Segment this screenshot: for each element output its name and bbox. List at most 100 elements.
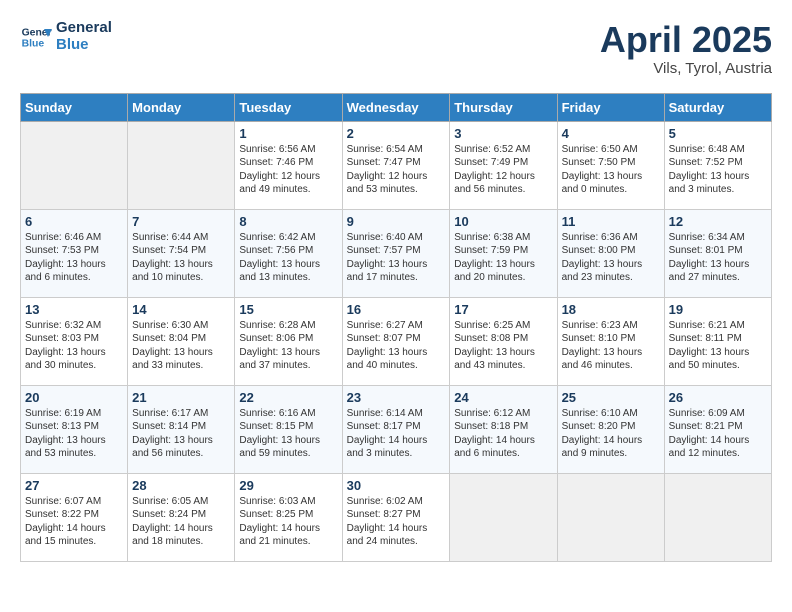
cell-w5-d5	[450, 473, 557, 561]
header-wednesday: Wednesday	[342, 93, 450, 121]
day-info: Sunrise: 6:02 AM Sunset: 8:27 PM Dayligh…	[347, 495, 446, 549]
day-number: 1	[239, 126, 337, 141]
day-info: Sunrise: 6:14 AM Sunset: 8:17 PM Dayligh…	[347, 407, 446, 461]
day-number: 12	[669, 214, 767, 229]
day-number: 8	[239, 214, 337, 229]
day-info: Sunrise: 6:36 AM Sunset: 8:00 PM Dayligh…	[562, 231, 660, 285]
cell-w4-d7: 26 Sunrise: 6:09 AM Sunset: 8:21 PM Dayli…	[664, 385, 771, 473]
day-number: 27	[25, 478, 123, 493]
cell-w5-d3: 29Sunrise: 6:03 AM Sunset: 8:25 PM Dayli…	[235, 473, 342, 561]
day-number: 26	[669, 390, 767, 405]
day-number: 9	[347, 214, 446, 229]
day-number: 19	[669, 302, 767, 317]
page-header: General Blue General Blue April 2025 Vil…	[20, 20, 772, 77]
day-info: Sunrise: 6:09 AM Sunset: 8:21 PM Dayligh…	[669, 407, 767, 461]
day-info: Sunrise: 6:27 AM Sunset: 8:07 PM Dayligh…	[347, 319, 446, 373]
day-info: Sunrise: 6:12 AM Sunset: 8:18 PM Dayligh…	[454, 407, 552, 461]
location-subtitle: Vils, Tyrol, Austria	[600, 60, 772, 77]
cell-w3-d1: 13Sunrise: 6:32 AM Sunset: 8:03 PM Dayli…	[21, 297, 128, 385]
day-number: 21	[132, 390, 230, 405]
cell-w4-d3: 22Sunrise: 6:16 AM Sunset: 8:15 PM Dayli…	[235, 385, 342, 473]
cell-w3-d2: 14Sunrise: 6:30 AM Sunset: 8:04 PM Dayli…	[128, 297, 235, 385]
cell-w4-d4: 23 Sunrise: 6:14 AM Sunset: 8:17 PM Dayli…	[342, 385, 450, 473]
cell-w1-d2	[128, 121, 235, 209]
cell-w4-d5: 24Sunrise: 6:12 AM Sunset: 8:18 PM Dayli…	[450, 385, 557, 473]
day-number: 10	[454, 214, 552, 229]
logo-line1: General	[56, 20, 112, 37]
cell-w4-d1: 20Sunrise: 6:19 AM Sunset: 8:13 PM Dayli…	[21, 385, 128, 473]
day-info: Sunrise: 6:56 AM Sunset: 7:46 PM Dayligh…	[239, 143, 337, 197]
day-number: 20	[25, 390, 123, 405]
cell-w1-d7: 5 Sunrise: 6:48 AM Sunset: 7:52 PM Daylig…	[664, 121, 771, 209]
day-info: Sunrise: 6:10 AM Sunset: 8:20 PM Dayligh…	[562, 407, 660, 461]
day-number: 2	[347, 126, 446, 141]
cell-w4-d2: 21 Sunrise: 6:17 AM Sunset: 8:14 PM Dayli…	[128, 385, 235, 473]
cell-w4-d6: 25 Sunrise: 6:10 AM Sunset: 8:20 PM Dayli…	[557, 385, 664, 473]
day-info: Sunrise: 6:46 AM Sunset: 7:53 PM Dayligh…	[25, 231, 123, 285]
day-number: 7	[132, 214, 230, 229]
cell-w5-d7	[664, 473, 771, 561]
day-number: 11	[562, 214, 660, 229]
day-number: 25	[562, 390, 660, 405]
day-number: 16	[347, 302, 446, 317]
day-info: Sunrise: 6:34 AM Sunset: 8:01 PM Dayligh…	[669, 231, 767, 285]
day-number: 3	[454, 126, 552, 141]
cell-w1-d5: 3Sunrise: 6:52 AM Sunset: 7:49 PM Daylig…	[450, 121, 557, 209]
cell-w1-d6: 4 Sunrise: 6:50 AM Sunset: 7:50 PM Daylig…	[557, 121, 664, 209]
cell-w3-d3: 15 Sunrise: 6:28 AM Sunset: 8:06 PM Dayli…	[235, 297, 342, 385]
cell-w2-d7: 12 Sunrise: 6:34 AM Sunset: 8:01 PM Dayli…	[664, 209, 771, 297]
header-sunday: Sunday	[21, 93, 128, 121]
title-block: April 2025 Vils, Tyrol, Austria	[600, 20, 772, 77]
day-number: 30	[347, 478, 446, 493]
week-row-4: 20Sunrise: 6:19 AM Sunset: 8:13 PM Dayli…	[21, 385, 772, 473]
day-number: 23	[347, 390, 446, 405]
cell-w1-d1	[21, 121, 128, 209]
calendar-body: 1 Sunrise: 6:56 AM Sunset: 7:46 PM Daylig…	[21, 121, 772, 561]
cell-w3-d6: 18Sunrise: 6:23 AM Sunset: 8:10 PM Dayli…	[557, 297, 664, 385]
day-info: Sunrise: 6:23 AM Sunset: 8:10 PM Dayligh…	[562, 319, 660, 373]
cell-w3-d7: 19 Sunrise: 6:21 AM Sunset: 8:11 PM Dayli…	[664, 297, 771, 385]
month-title: April 2025	[600, 20, 772, 60]
header-row: Sunday Monday Tuesday Wednesday Thursday…	[21, 93, 772, 121]
cell-w2-d1: 6 Sunrise: 6:46 AM Sunset: 7:53 PM Daylig…	[21, 209, 128, 297]
cell-w1-d3: 1 Sunrise: 6:56 AM Sunset: 7:46 PM Daylig…	[235, 121, 342, 209]
logo-icon: General Blue	[20, 21, 52, 53]
day-info: Sunrise: 6:17 AM Sunset: 8:14 PM Dayligh…	[132, 407, 230, 461]
cell-w3-d4: 16 Sunrise: 6:27 AM Sunset: 8:07 PM Dayli…	[342, 297, 450, 385]
cell-w2-d4: 9 Sunrise: 6:40 AM Sunset: 7:57 PM Daylig…	[342, 209, 450, 297]
calendar-table: Sunday Monday Tuesday Wednesday Thursday…	[20, 93, 772, 562]
day-info: Sunrise: 6:16 AM Sunset: 8:15 PM Dayligh…	[239, 407, 337, 461]
day-info: Sunrise: 6:32 AM Sunset: 8:03 PM Dayligh…	[25, 319, 123, 373]
cell-w2-d6: 11 Sunrise: 6:36 AM Sunset: 8:00 PM Dayli…	[557, 209, 664, 297]
day-info: Sunrise: 6:21 AM Sunset: 8:11 PM Dayligh…	[669, 319, 767, 373]
day-number: 17	[454, 302, 552, 317]
day-info: Sunrise: 6:50 AM Sunset: 7:50 PM Dayligh…	[562, 143, 660, 197]
day-info: Sunrise: 6:44 AM Sunset: 7:54 PM Dayligh…	[132, 231, 230, 285]
day-number: 15	[239, 302, 337, 317]
week-row-3: 13Sunrise: 6:32 AM Sunset: 8:03 PM Dayli…	[21, 297, 772, 385]
day-info: Sunrise: 6:05 AM Sunset: 8:24 PM Dayligh…	[132, 495, 230, 549]
day-info: Sunrise: 6:54 AM Sunset: 7:47 PM Dayligh…	[347, 143, 446, 197]
day-number: 28	[132, 478, 230, 493]
header-thursday: Thursday	[450, 93, 557, 121]
svg-text:Blue: Blue	[22, 38, 45, 49]
logo: General Blue General Blue	[20, 20, 112, 53]
cell-w5-d1: 27Sunrise: 6:07 AM Sunset: 8:22 PM Dayli…	[21, 473, 128, 561]
header-tuesday: Tuesday	[235, 93, 342, 121]
header-saturday: Saturday	[664, 93, 771, 121]
day-info: Sunrise: 6:30 AM Sunset: 8:04 PM Dayligh…	[132, 319, 230, 373]
day-info: Sunrise: 6:40 AM Sunset: 7:57 PM Dayligh…	[347, 231, 446, 285]
calendar-header: Sunday Monday Tuesday Wednesday Thursday…	[21, 93, 772, 121]
week-row-1: 1 Sunrise: 6:56 AM Sunset: 7:46 PM Daylig…	[21, 121, 772, 209]
day-number: 4	[562, 126, 660, 141]
day-info: Sunrise: 6:25 AM Sunset: 8:08 PM Dayligh…	[454, 319, 552, 373]
day-number: 6	[25, 214, 123, 229]
day-info: Sunrise: 6:48 AM Sunset: 7:52 PM Dayligh…	[669, 143, 767, 197]
cell-w2-d5: 10Sunrise: 6:38 AM Sunset: 7:59 PM Dayli…	[450, 209, 557, 297]
cell-w1-d4: 2 Sunrise: 6:54 AM Sunset: 7:47 PM Daylig…	[342, 121, 450, 209]
week-row-2: 6 Sunrise: 6:46 AM Sunset: 7:53 PM Daylig…	[21, 209, 772, 297]
day-number: 29	[239, 478, 337, 493]
header-friday: Friday	[557, 93, 664, 121]
day-info: Sunrise: 6:28 AM Sunset: 8:06 PM Dayligh…	[239, 319, 337, 373]
day-number: 5	[669, 126, 767, 141]
